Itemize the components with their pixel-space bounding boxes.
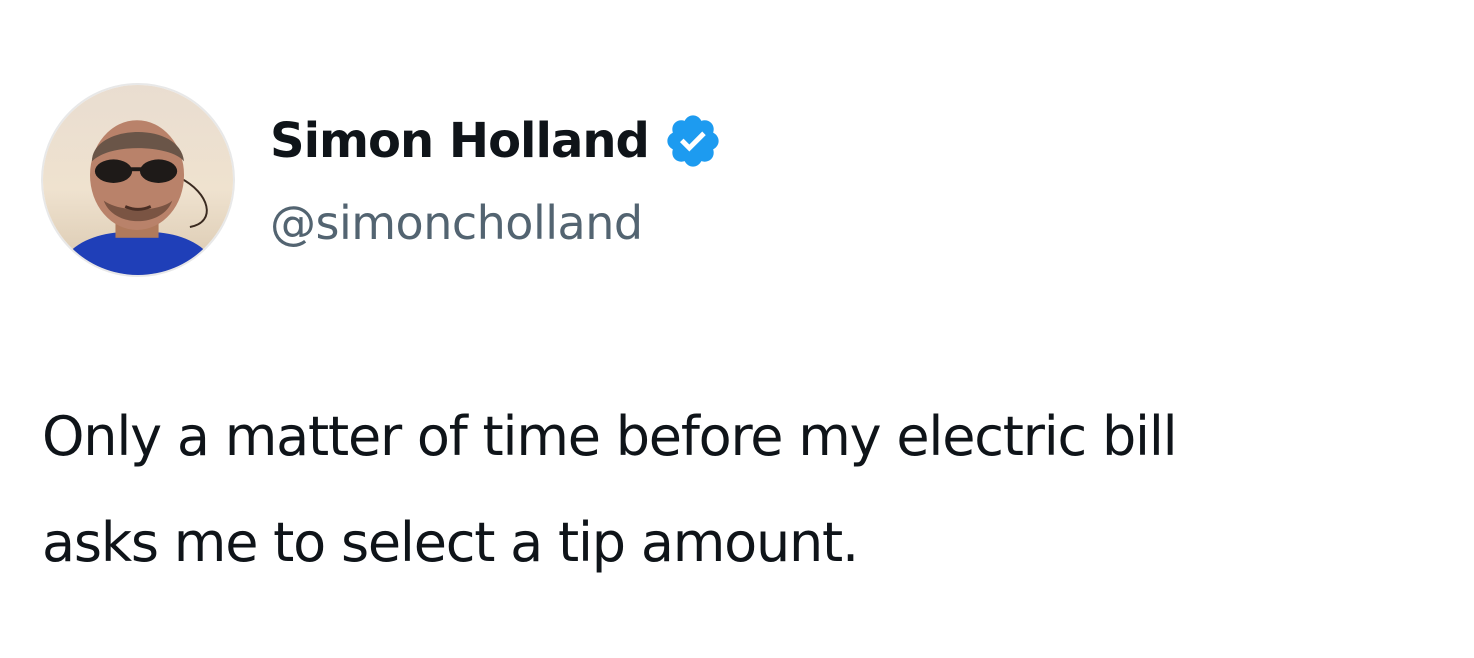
tweet-text-line: Only a matter of time before my electric… (42, 405, 1178, 468)
tweet-card: Simon Holland @simoncholland Only a matt… (0, 0, 1474, 658)
tweet-text-line: asks me to select a tip amount. (42, 511, 859, 574)
avatar-photo-icon (43, 85, 233, 275)
tweet-text: Only a matter of time before my electric… (42, 384, 1462, 596)
author-avatar[interactable] (41, 83, 235, 277)
author-name-row: Simon Holland (270, 108, 723, 174)
verified-badge-icon[interactable] (663, 111, 723, 171)
author-handle[interactable]: @simoncholland (270, 190, 643, 256)
author-display-name[interactable]: Simon Holland (270, 108, 650, 174)
